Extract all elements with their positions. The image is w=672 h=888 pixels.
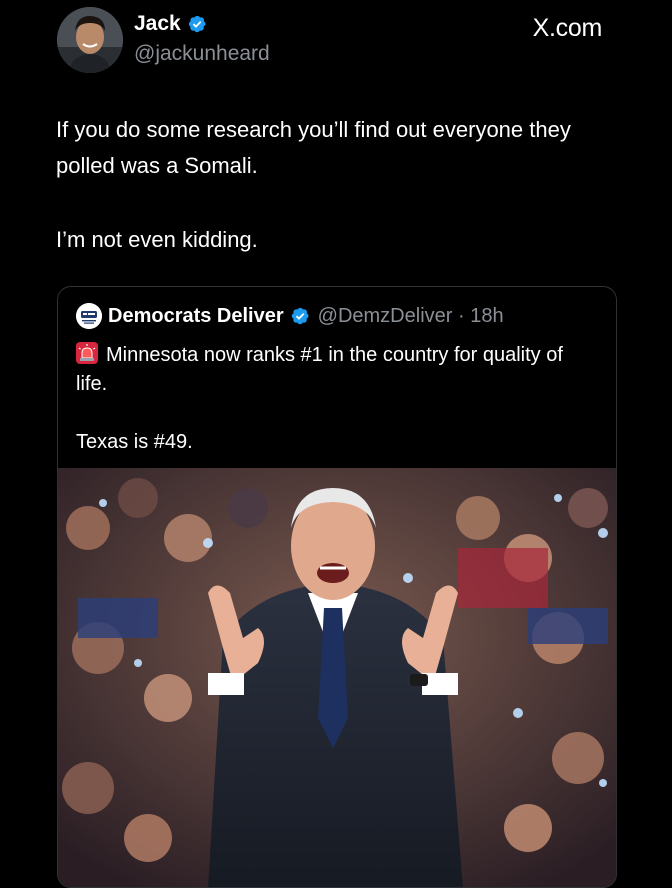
- tweet-paragraph: If you do some research you’ll find out …: [56, 117, 571, 178]
- author-handle[interactable]: @jackunheard: [134, 42, 270, 66]
- quoted-line: Minnesota now ranks #1 in the country fo…: [76, 341, 596, 399]
- quoted-line-1: Minnesota now ranks #1 in the country fo…: [76, 344, 563, 395]
- author-avatar[interactable]: [57, 7, 123, 73]
- police-siren-emoji-icon: [76, 342, 98, 364]
- tweet-text: If you do some research you’ll find out …: [56, 112, 596, 258]
- quoted-tweet-header: Democrats Deliver @DemzDeliver · 18h: [76, 303, 504, 329]
- profile-photo-icon: [57, 7, 123, 73]
- quoted-line-2: Texas is #49.: [76, 431, 193, 453]
- verified-badge-icon: [188, 15, 206, 33]
- author-name[interactable]: Jack: [134, 12, 181, 36]
- site-label: X.com: [532, 14, 603, 42]
- quoted-tweet-photo[interactable]: [58, 468, 616, 888]
- author-name-row[interactable]: Jack: [134, 12, 207, 36]
- quoted-tweet-text: Minnesota now ranks #1 in the country fo…: [76, 341, 596, 457]
- quoted-author-name[interactable]: Democrats Deliver: [108, 305, 284, 328]
- tweet-paragraph: I’m not even kidding.: [56, 227, 258, 252]
- verified-badge-icon: [291, 307, 309, 325]
- quoted-tweet-card[interactable]: Democrats Deliver @DemzDeliver · 18h Min…: [57, 286, 617, 888]
- democrats-deliver-logo-icon: [76, 303, 102, 329]
- quoted-handle-time[interactable]: @DemzDeliver · 18h: [318, 305, 504, 328]
